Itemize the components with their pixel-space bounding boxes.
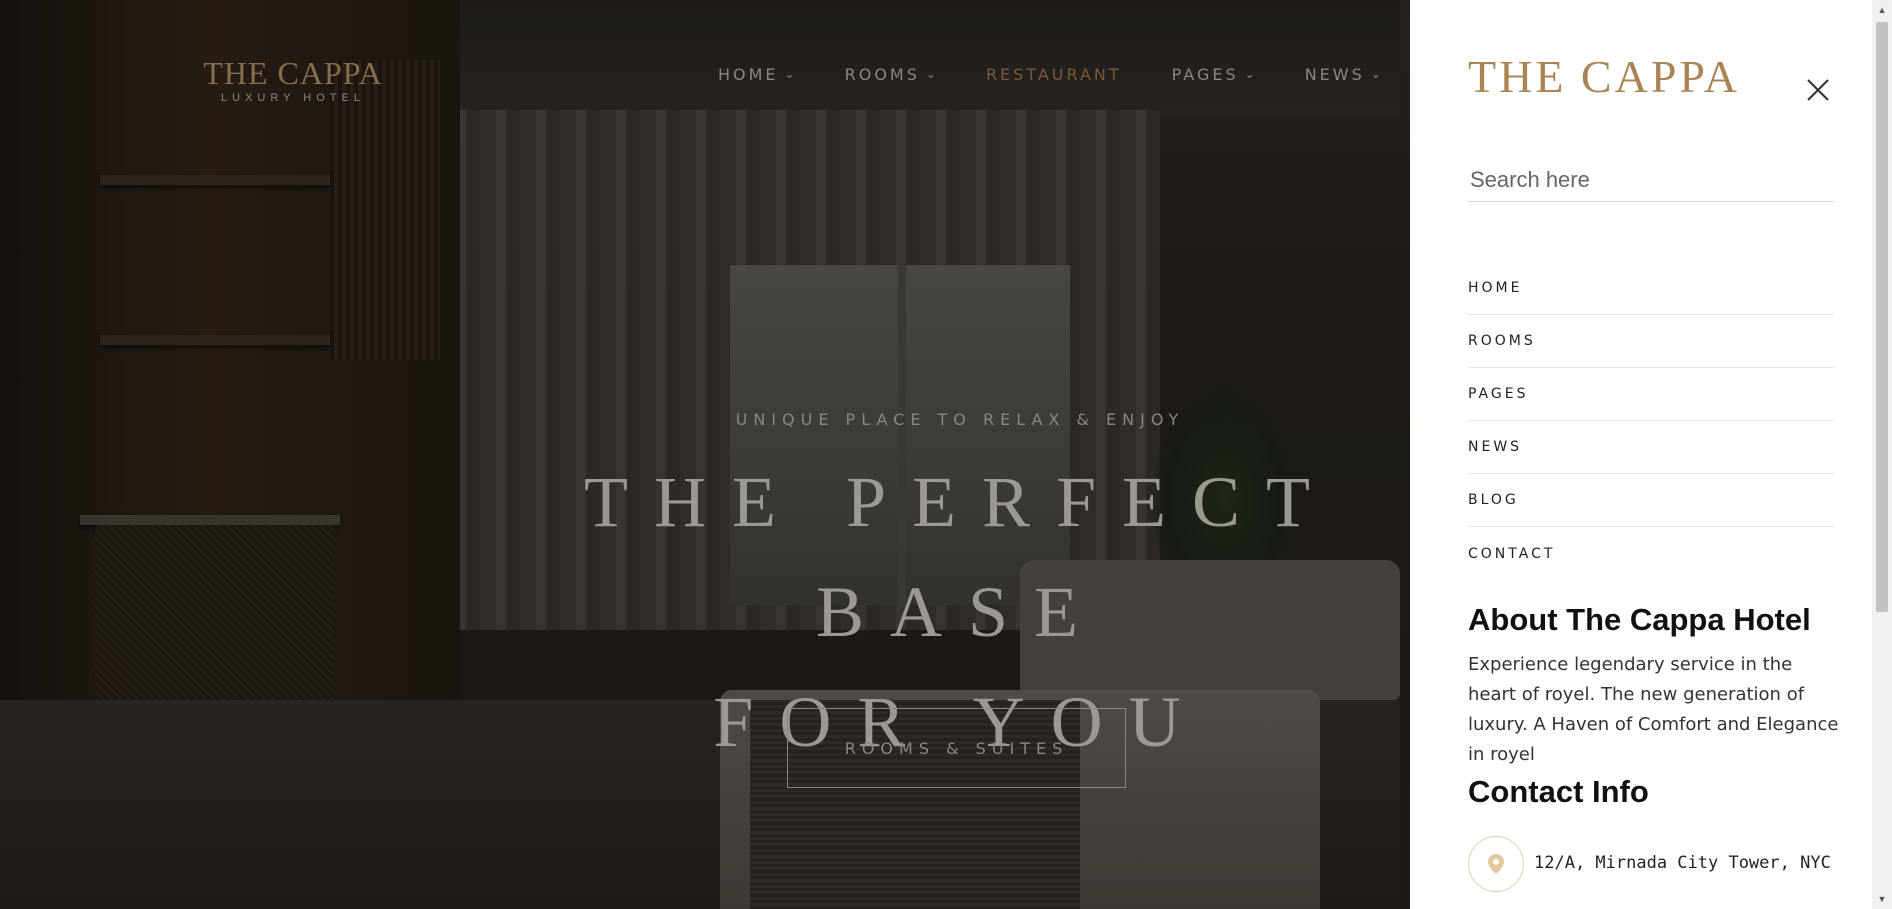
panel-menu-contact[interactable]: CONTACT xyxy=(1468,527,1834,580)
nav-news[interactable]: NEWS ⌄ xyxy=(1305,62,1381,86)
about-text: Experience legendary service in the hear… xyxy=(1468,654,1839,765)
panel-brand: THE CAPPA xyxy=(1468,51,1740,102)
logo-name: THE CAPPA xyxy=(203,55,383,91)
nav-rooms[interactable]: ROOMS ⌄ xyxy=(845,62,936,86)
hero-title-line-1: THE PERFECT BASE xyxy=(583,462,1337,652)
scrollbar-thumb[interactable] xyxy=(1876,22,1888,612)
nav-label: NEWS xyxy=(1304,64,1365,84)
site-logo[interactable]: THE CAPPA LUXURY HOTEL xyxy=(203,56,383,104)
scroll-up-arrow-icon[interactable]: ▲ xyxy=(1872,0,1892,20)
panel-menu-blog[interactable]: BLOG xyxy=(1468,474,1834,527)
location-pin-icon xyxy=(1468,836,1524,892)
nav-restaurant[interactable]: RESTAURANT xyxy=(986,62,1122,86)
panel-menu-news[interactable]: NEWS xyxy=(1468,421,1834,474)
nav-label: RESTAURANT xyxy=(985,64,1122,84)
about-heading: About The Cappa Hotel xyxy=(1468,602,1811,637)
contact-heading: Contact Info xyxy=(1468,774,1649,809)
nav-pages[interactable]: PAGES ⌄ xyxy=(1172,62,1255,86)
logo-tagline: LUXURY HOTEL xyxy=(221,92,365,104)
hero-kicker: UNIQUE PLACE TO RELAX & ENJOY xyxy=(735,410,1185,429)
contact-address: 12/A, Mirnada City Tower, NYC xyxy=(1534,853,1831,873)
panel-menu: HOME ROOMS PAGES NEWS BLOG CONTACT xyxy=(1468,262,1834,580)
nav-home[interactable]: HOME ⌄ xyxy=(718,62,795,86)
panel-menu-rooms[interactable]: ROOMS xyxy=(1468,315,1834,368)
main-nav: HOME ⌄ ROOMS ⌄ RESTAURANT PAGES ⌄ NEWS ⌄… xyxy=(718,62,1511,86)
panel-menu-pages[interactable]: PAGES xyxy=(1468,368,1834,421)
chevron-down-icon: ⌄ xyxy=(1370,67,1381,81)
page-scrollbar[interactable]: ▲ ▼ xyxy=(1872,0,1892,909)
nav-label: ROOMS xyxy=(844,64,920,84)
panel-menu-home[interactable]: HOME xyxy=(1468,262,1834,315)
rooms-suites-button[interactable]: ROOMS & SUITES xyxy=(787,708,1126,788)
chevron-down-icon: ⌄ xyxy=(925,67,936,81)
search-input[interactable] xyxy=(1468,158,1834,202)
chevron-down-icon: ⌄ xyxy=(784,67,795,81)
nav-label: PAGES xyxy=(1171,64,1239,84)
chevron-down-icon: ⌄ xyxy=(1244,67,1255,81)
close-icon[interactable] xyxy=(1804,76,1832,104)
nav-label: HOME xyxy=(718,64,779,84)
side-panel: THE CAPPA HOME ROOMS PAGES NEWS BLOG CON… xyxy=(1410,0,1872,909)
scroll-down-arrow-icon[interactable]: ▼ xyxy=(1872,889,1892,909)
